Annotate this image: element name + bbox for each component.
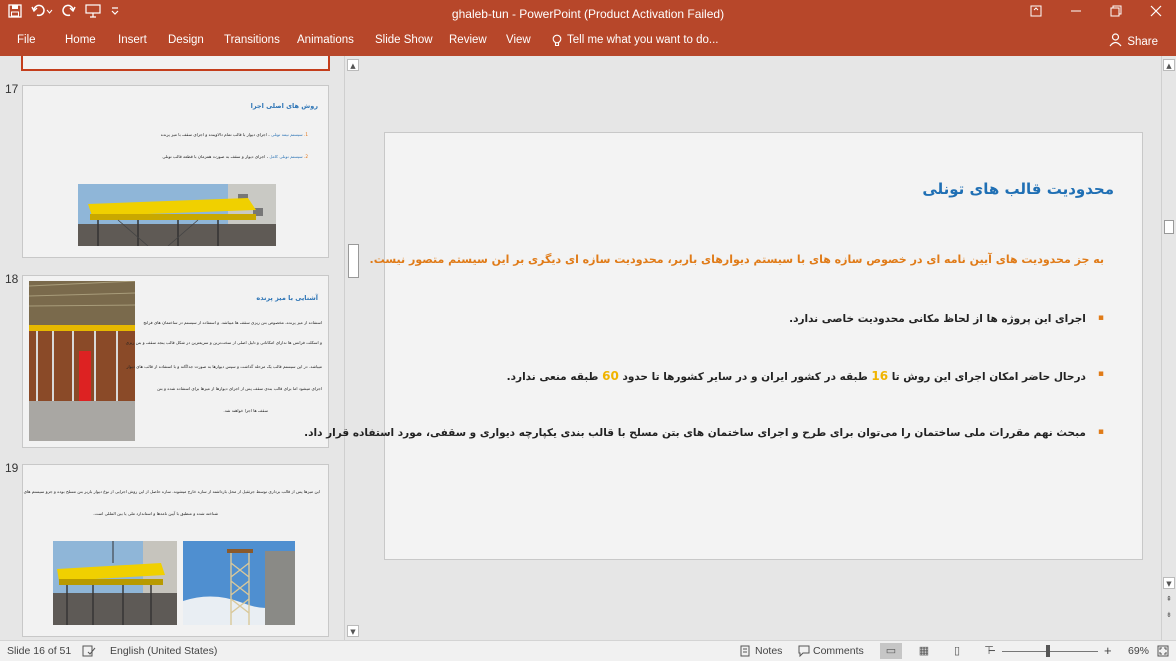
bullet-marker: ▪ [1097,369,1104,379]
next-slide-icon[interactable]: ⇟ [1163,609,1175,621]
status-bar: Slide 16 of 51 English (United States) N… [0,640,1176,661]
close-icon[interactable] [1136,0,1176,28]
tab-animations[interactable]: Animations [297,34,354,46]
zoom-slider-handle[interactable] [1046,645,1050,657]
scaffold-tower-photo [183,541,295,625]
minimize-icon[interactable] [1056,0,1096,28]
thumbnail-text-line: استفاده از میز پرنده، مخصوص بتن ریزی سقف… [143,320,322,325]
share-button[interactable]: Share [1109,33,1158,50]
thumbnail-text-line: و اسکلت فرانس ها ندارای امکاناتی و دلیل … [125,340,322,345]
thumbnail-number: 17 [5,82,19,96]
tab-slide-show[interactable]: Slide Show [375,34,433,46]
thumbnail-text-line: 1. سیستم نیمه تونلی ، اجرای دیوار با قال… [160,132,308,137]
thumbnail-slide-16-selected[interactable] [21,56,330,71]
slide-subtitle[interactable]: به جز محدودیت های آیین نامه ای در خصوص س… [370,253,1104,266]
thumbnail-slide-18[interactable]: آشنایی با میز پرنده استفاده از میز پرنده… [22,275,329,448]
tab-insert[interactable]: Insert [118,34,147,46]
thumbnail-text-line: سقف ها اجرا خواهند شد. [223,408,268,413]
thumbnail-title: روش های اصلی اجرا [250,102,318,110]
zoom-in-icon[interactable]: + [1104,643,1112,658]
scroll-down-icon[interactable]: ▼ [1163,577,1175,589]
thumbnail-slide-19[interactable]: این میزها پس از قالب برداری توسط جرثقیل … [22,464,329,637]
language-indicator[interactable]: English (United States) [110,645,217,657]
highlight-number: 16 [871,369,889,383]
tab-home[interactable]: Home [65,34,96,46]
bullet-text: اجرای این پروژه ها از لحاظ مکانی محدودیت… [789,313,1086,325]
tunnel-form-crane-photo [53,541,177,625]
bullet-marker: ▪ [1097,427,1104,437]
bullet-item[interactable]: ▪ درحال حاضر امکان اجرای این روش تا 16 ط… [507,369,1104,383]
tab-review[interactable]: Review [449,34,487,46]
editor-scrollbar[interactable]: ▲ ▼ ⇞ ⇟ [1161,56,1176,640]
reading-view-icon[interactable]: ▯ [946,643,968,659]
title-bar: ghaleb-tun - PowerPoint (Product Activat… [0,0,1176,28]
notes-icon[interactable] [740,645,750,660]
comments-icon[interactable] [798,645,810,660]
thumbnail-title: آشنایی با میز پرنده [256,294,318,302]
thumbnail-slide-17[interactable]: روش های اصلی اجرا 1. سیستم نیمه تونلی ، … [22,85,329,258]
spell-check-icon[interactable] [82,645,96,660]
tell-me-box[interactable]: Tell me what you want to do... [552,34,719,50]
thumbnail-text-line: شناخته شده و منطبق با آیین نامه‌ها و است… [93,511,218,516]
previous-slide-icon[interactable]: ⇞ [1163,593,1175,605]
scroll-up-icon[interactable]: ▲ [347,59,359,71]
zoom-level[interactable]: 69% [1128,645,1149,657]
tab-design[interactable]: Design [168,34,204,46]
scrollbar-thumb[interactable] [348,244,359,278]
scroll-down-icon[interactable]: ▼ [347,625,359,637]
scroll-up-icon[interactable]: ▲ [1163,59,1175,71]
window-controls [1016,0,1176,28]
slide-thumbnails-pane: 17 روش های اصلی اجرا 1. سیستم نیمه تونلی… [0,56,344,640]
zoom-slider[interactable] [1002,651,1098,652]
tunnel-form-photo [78,184,276,246]
thumbnail-number: 19 [5,461,19,475]
tab-transitions[interactable]: Transitions [224,34,280,46]
bullet-text: مبحث نهم مقررات ملی ساختمان را می‌توان ب… [304,427,1086,439]
slide-sorter-icon[interactable]: ▦ [913,643,935,659]
window-title: ghaleb-tun - PowerPoint (Product Activat… [451,7,725,21]
ribbon-tabs: File Home Insert Design Transitions Anim… [0,28,1176,56]
bullet-item[interactable]: ▪ اجرای این پروژه ها از لحاظ مکانی محدود… [789,313,1104,325]
current-slide[interactable]: محدودیت قالب های تونلی به جز محدودیت های… [304,132,1143,560]
highlight-number: 60 [602,369,619,383]
share-label: Share [1127,35,1158,48]
lightbulb-icon [552,34,562,50]
thumbnail-scrollbar[interactable]: ▲ ▼ [344,56,361,640]
tab-view[interactable]: View [506,34,531,46]
flying-table-photo [29,281,135,441]
restore-icon[interactable] [1096,0,1136,28]
thumbnail-text-line: 2. سیستم تونلی کامل ، اجرای دیوار و سقف … [162,154,308,159]
normal-view-icon[interactable]: ▭ [880,643,902,659]
notes-button[interactable]: Notes [755,645,782,657]
thumbnail-text-line: این میزها پس از قالب برداری توسط جرثقیل … [23,489,320,494]
ribbon-display-icon[interactable] [1016,0,1056,28]
bullet-text: درحال حاضر امکان اجرای این روش تا 16 طبق… [506,369,1086,383]
comments-button[interactable]: Comments [813,645,864,657]
tab-file[interactable]: File [17,34,36,46]
fit-slide-icon[interactable] [1157,645,1169,660]
bullet-item[interactable]: ▪ مبحث نهم مقررات ملی ساختمان را می‌توان… [304,427,1104,439]
thumbnail-text-line: اجرای میشود اما برای قالب بندی سقف پس از… [157,386,322,391]
tell-me-label: Tell me what you want to do... [567,34,719,46]
slide-counter: Slide 16 of 51 [7,645,72,657]
user-icon [1109,33,1122,50]
slide-title[interactable]: محدودیت قالب های تونلی [922,180,1114,198]
thumbnail-number: 18 [5,272,19,286]
zoom-out-icon[interactable]: − [988,643,996,658]
scrollbar-thumb[interactable] [1164,220,1174,234]
bullet-marker: ▪ [1097,313,1104,323]
thumbnail-text-line: میباشد. در این سیستم قالب یک مرحله گذاشت… [126,364,322,369]
slide-editor: محدودیت قالب های تونلی به جز محدودیت های… [304,56,1161,640]
